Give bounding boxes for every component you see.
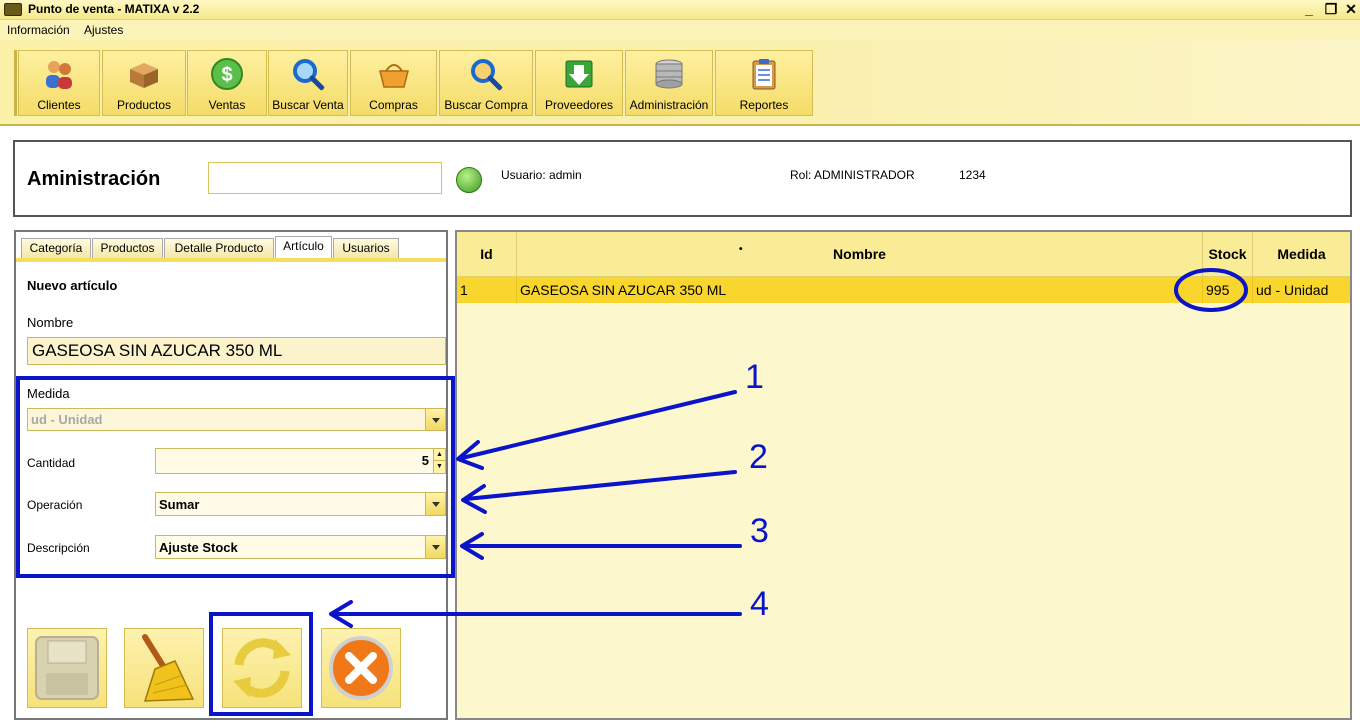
annotation-number-2: 2 xyxy=(749,438,768,476)
annotation-number-3: 3 xyxy=(750,512,769,550)
annotation-arrow-2 xyxy=(464,470,737,501)
annotation-number-4: 4 xyxy=(750,585,769,623)
annotation-circle-stock xyxy=(1174,268,1248,312)
annotation-arrows xyxy=(329,268,1248,628)
annotation-number-1: 1 xyxy=(745,358,764,396)
annotation-arrow-1 xyxy=(460,390,737,460)
